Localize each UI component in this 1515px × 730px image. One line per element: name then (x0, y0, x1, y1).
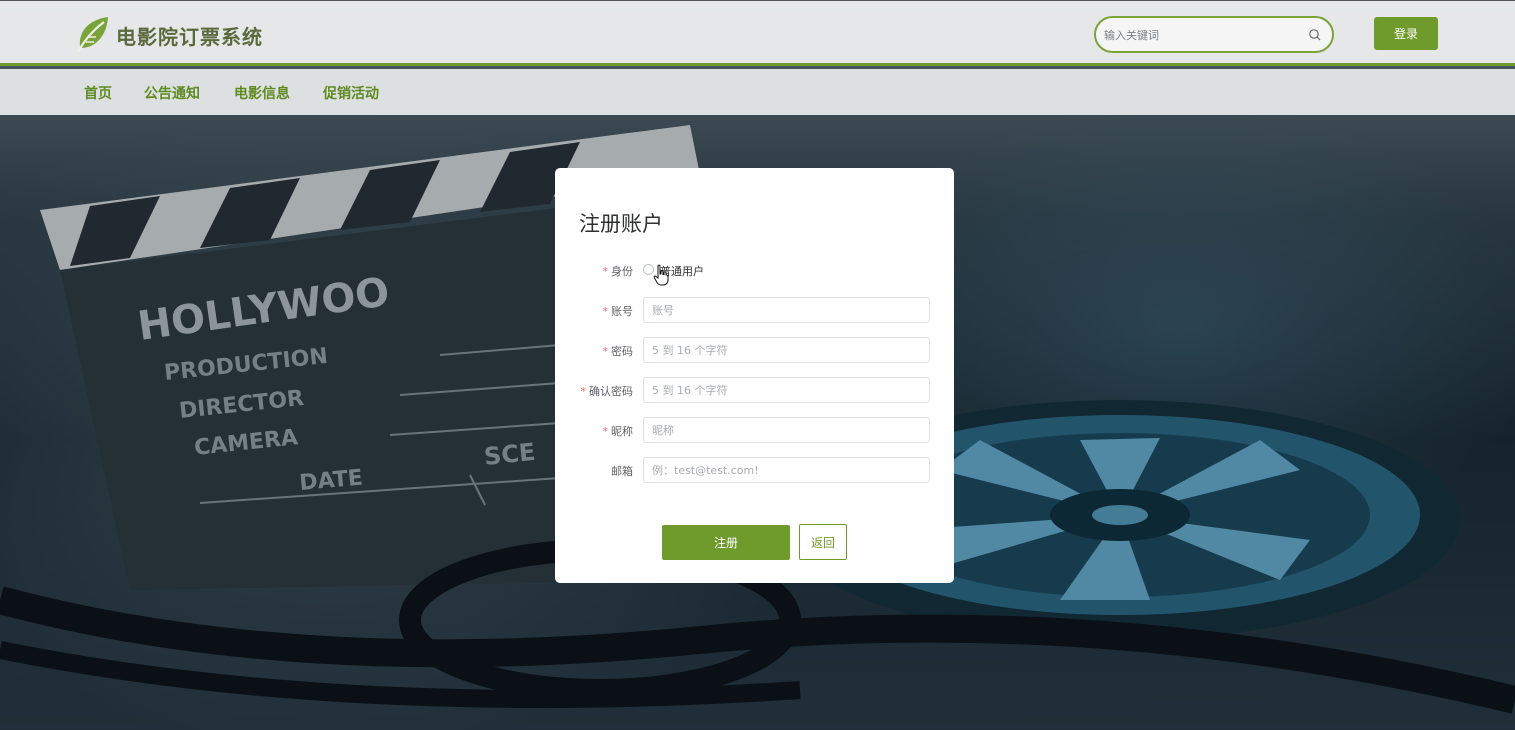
account-label-text: 账号 (611, 305, 633, 318)
nickname-input[interactable] (643, 417, 930, 443)
identity-label: * 身份 (603, 263, 634, 279)
form-row-confirm-password: * 确认密码 (555, 377, 954, 403)
register-dialog: 注册账户 *身份 普通用户 *账号 *密码 *确认密码 *昵称 (555, 168, 954, 583)
identity-label-text: 身份 (611, 265, 633, 278)
form-row-identity: * 身份 普通用户 (555, 257, 954, 283)
form-row-nickname: * 昵称 (555, 417, 954, 443)
search-icon[interactable] (1308, 28, 1322, 42)
email-label: 邮箱 (611, 463, 633, 479)
password-label-text: 密码 (611, 345, 633, 358)
nav-item-announcements[interactable]: 公告通知 (144, 83, 200, 103)
password-input[interactable] (643, 337, 930, 363)
login-button[interactable]: 登录 (1374, 17, 1438, 50)
required-mark: * (602, 305, 609, 318)
nickname-label: * 昵称 (603, 423, 634, 439)
confirm-password-label: * 确认密码 (581, 383, 634, 399)
form-row-account: * 账号 (555, 297, 954, 323)
email-input[interactable] (643, 457, 930, 483)
password-label: * 密码 (603, 343, 634, 359)
account-input[interactable] (643, 297, 930, 323)
required-mark: * (602, 265, 609, 278)
search-box[interactable] (1094, 16, 1334, 53)
main-nav: 首页 公告通知 电影信息 促销活动 (0, 69, 1515, 115)
nav-item-movies[interactable]: 电影信息 (234, 83, 290, 103)
required-mark: * (602, 345, 609, 358)
confirm-password-label-text: 确认密码 (589, 385, 633, 398)
form-row-email: 邮箱 (555, 457, 954, 483)
confirm-password-input[interactable] (643, 377, 930, 403)
register-button[interactable]: 注册 (662, 525, 790, 560)
required-mark: * (602, 425, 609, 438)
back-button[interactable]: 返回 (799, 524, 847, 560)
email-label-text: 邮箱 (611, 465, 633, 478)
form-row-password: * 密码 (555, 337, 954, 363)
search-input[interactable] (1104, 26, 1304, 44)
nav-item-promotions[interactable]: 促销活动 (323, 83, 379, 103)
required-mark: * (580, 385, 587, 398)
nav-item-home[interactable]: 首页 (84, 83, 112, 103)
leaf-logo-icon[interactable] (74, 15, 110, 53)
dialog-title: 注册账户 (579, 212, 663, 236)
top-header: 电影院订票系统 登录 (0, 0, 1515, 66)
hand-cursor-icon (653, 264, 669, 286)
nickname-label-text: 昵称 (611, 425, 633, 438)
account-label: * 账号 (603, 303, 634, 319)
site-title[interactable]: 电影院订票系统 (116, 21, 263, 50)
